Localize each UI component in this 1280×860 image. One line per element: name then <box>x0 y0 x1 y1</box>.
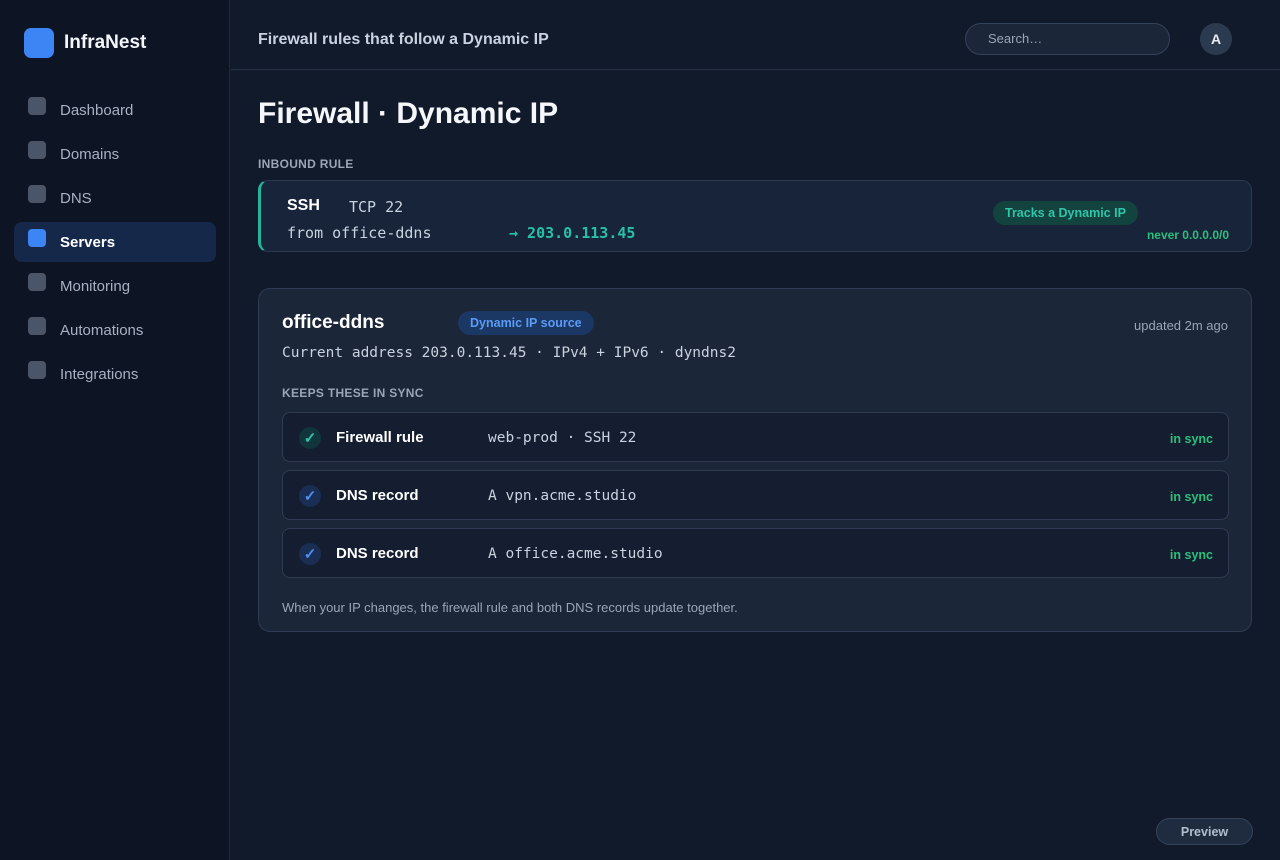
top-header: Firewall rules that follow a Dynamic IP … <box>231 0 1280 70</box>
sync-status: in sync <box>1169 490 1213 504</box>
sidebar-item-domains[interactable]: Domains <box>14 134 216 174</box>
domains-icon <box>28 141 46 159</box>
sidebar-item-integrations[interactable]: Integrations <box>14 354 216 394</box>
sidebar-item-dns[interactable]: DNS <box>14 178 216 218</box>
sidebar: InfraNest Dashboard Domains DNS Servers … <box>0 0 230 860</box>
sidebar-item-dashboard[interactable]: Dashboard <box>14 90 216 130</box>
brand-name: InfraNest <box>64 32 147 53</box>
sync-item-kind: DNS record <box>336 545 419 562</box>
sync-status: in sync <box>1169 548 1213 562</box>
sync-row-firewall[interactable]: ✓ Firewall rule web-prod · SSH 22 in syn… <box>282 412 1229 462</box>
sidebar-item-label: Servers <box>60 233 116 251</box>
sidebar-nav: Dashboard Domains DNS Servers Monitoring… <box>14 90 216 398</box>
sync-item-target: web-prod · SSH 22 <box>488 430 637 446</box>
sync-row-dns-office[interactable]: ✓ DNS record A office.acme.studio in syn… <box>282 528 1229 578</box>
source-address-meta: Current address 203.0.113.45 · IPv4 + IP… <box>282 345 736 361</box>
header-title: Firewall rules that follow a Dynamic IP <box>258 31 549 48</box>
monitoring-icon <box>28 273 46 291</box>
servers-icon <box>28 229 46 247</box>
sidebar-item-automations[interactable]: Automations <box>14 310 216 350</box>
sidebar-item-label: Domains <box>60 145 120 163</box>
rule-note: never 0.0.0.0/0 <box>1146 228 1229 242</box>
rule-protocol: SSH <box>287 197 320 214</box>
tracks-dynamic-ip-badge: Tracks a Dynamic IP <box>993 201 1138 225</box>
search-input[interactable]: Search… <box>965 23 1170 55</box>
integrations-icon <box>28 361 46 379</box>
rule-source: from office-ddns <box>287 224 432 242</box>
check-icon: ✓ <box>299 427 321 449</box>
rule-port: TCP 22 <box>349 198 404 216</box>
sidebar-item-label: Dashboard <box>60 101 134 119</box>
dynamic-ip-source-badge: Dynamic IP source <box>458 311 594 335</box>
sync-status: in sync <box>1169 432 1213 446</box>
source-name: office-ddns <box>282 312 385 333</box>
sidebar-item-label: DNS <box>60 189 92 207</box>
sidebar-item-label: Automations <box>60 321 144 339</box>
check-icon: ✓ <box>299 485 321 507</box>
sidebar-item-label: Monitoring <box>60 277 131 295</box>
dynamic-ip-source-card: office-ddns Dynamic IP source updated 2m… <box>258 288 1252 632</box>
sync-section-label: KEEPS THESE IN SYNC <box>282 386 424 400</box>
sync-item-target: A vpn.acme.studio <box>488 488 637 504</box>
page-title: Firewall · Dynamic IP <box>258 97 559 130</box>
check-icon: ✓ <box>299 543 321 565</box>
preview-button[interactable]: Preview <box>1156 818 1253 845</box>
avatar[interactable]: A <box>1200 23 1232 55</box>
sync-row-dns-vpn[interactable]: ✓ DNS record A vpn.acme.studio in sync <box>282 470 1229 520</box>
sidebar-item-label: Integrations <box>60 365 139 383</box>
rule-target-ip: → 203.0.113.45 <box>509 224 636 242</box>
sync-item-target: A office.acme.studio <box>488 546 663 562</box>
dns-icon <box>28 185 46 203</box>
source-updated-time: updated 2m ago <box>1134 318 1228 333</box>
dashboard-icon <box>28 97 46 115</box>
logo-icon <box>24 28 54 58</box>
sidebar-item-monitoring[interactable]: Monitoring <box>14 266 216 306</box>
sidebar-item-servers[interactable]: Servers <box>14 222 216 262</box>
source-footer-note: When your IP changes, the firewall rule … <box>282 600 738 615</box>
inbound-rule-label: INBOUND RULE <box>258 157 354 171</box>
sync-item-kind: Firewall rule <box>336 429 424 446</box>
sync-item-kind: DNS record <box>336 487 419 504</box>
brand[interactable]: InfraNest <box>24 28 146 58</box>
automations-icon <box>28 317 46 335</box>
inbound-rule-card[interactable]: SSH TCP 22 from office-ddns → 203.0.113.… <box>258 180 1252 252</box>
